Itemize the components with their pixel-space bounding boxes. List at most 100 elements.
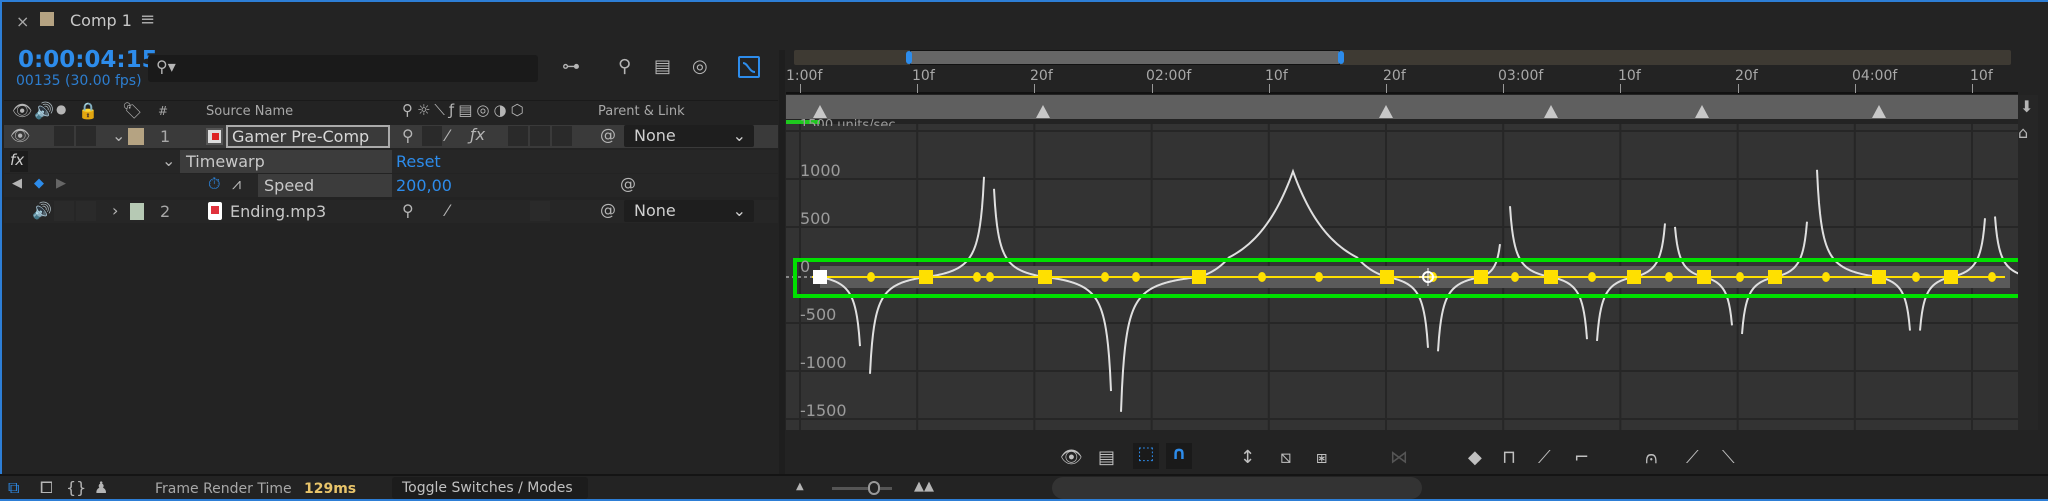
lock-icon[interactable]: 🔒: [78, 103, 98, 119]
fit-all-icon[interactable]: ⧆: [1316, 447, 1327, 468]
zoom-slider-thumb[interactable]: [868, 481, 880, 495]
next-keyframe-icon[interactable]: ▶: [56, 177, 66, 190]
previous-keyframe-icon[interactable]: ◀: [12, 177, 22, 190]
auto-zoom-height-icon[interactable]: ↕: [1240, 447, 1255, 468]
motion-blur-switch[interactable]: [530, 126, 550, 146]
quality-switch-icon[interactable]: ⁄: [446, 128, 449, 144]
zoom-slider[interactable]: [832, 487, 892, 490]
bezier-handle: [1988, 272, 1996, 282]
frame-blending-icon[interactable]: ▤: [654, 58, 671, 76]
time-navigator-range[interactable]: [910, 50, 1340, 65]
composition-marker[interactable]: [1872, 105, 1886, 118]
panel-divider[interactable]: [779, 50, 785, 475]
layer-label-color[interactable]: [128, 128, 144, 145]
fit-selection-icon[interactable]: ⧅: [1280, 447, 1291, 468]
effect-fx-icon[interactable]: fx: [10, 151, 28, 172]
comp-flowchart-icon[interactable]: ⊶: [562, 58, 580, 76]
lock-switch[interactable]: [76, 126, 96, 146]
transfer-controls-toggle-icon[interactable]: ⧠: [40, 480, 53, 496]
composition-marker[interactable]: [1036, 105, 1050, 118]
column-source-name[interactable]: Source Name: [206, 104, 293, 119]
speed-value[interactable]: 200,00: [396, 176, 452, 195]
layer-name[interactable]: Ending.mp3: [230, 202, 326, 221]
motion-blur-icon[interactable]: ◎: [692, 58, 708, 76]
visibility-eye-icon[interactable]: 👁: [10, 128, 30, 144]
layer-switches-toggle-icon[interactable]: ⧉: [8, 480, 19, 496]
parent-pickwhip-icon[interactable]: @: [600, 202, 616, 218]
tab-comp-1[interactable]: Comp 1: [70, 11, 132, 30]
collapse-switch[interactable]: [422, 126, 442, 146]
separate-dimensions-icon[interactable]: ⋈: [1390, 447, 1408, 468]
transform-box-icon[interactable]: ⬚: [1133, 443, 1159, 469]
solo-switch[interactable]: [54, 201, 74, 221]
effect-switch-icon[interactable]: ƒx: [470, 127, 485, 143]
solo-icon[interactable]: ●: [56, 103, 66, 115]
bezier-handle: [973, 272, 981, 282]
navigator-start-handle[interactable]: [906, 51, 912, 64]
horizontal-scrollbar[interactable]: [1052, 477, 1422, 499]
search-input[interactable]: ⚲▾: [148, 55, 538, 82]
effect-reset-link[interactable]: Reset: [396, 152, 441, 171]
keyframe: [1380, 270, 1394, 284]
composition-marker[interactable]: [813, 105, 827, 118]
chevron-right-icon[interactable]: ›: [112, 203, 118, 219]
panel-menu-icon[interactable]: ≡: [140, 9, 155, 30]
show-properties-eye-icon[interactable]: 👁: [1060, 447, 1083, 468]
lock-switch[interactable]: [76, 201, 96, 221]
add-keyframe-diamond-icon[interactable]: ◆: [34, 177, 44, 190]
expression-pickwhip-icon[interactable]: @: [620, 176, 636, 192]
snap-magnet-icon[interactable]: ∩: [1166, 443, 1192, 469]
current-time-display[interactable]: 0:00:04:15: [18, 47, 158, 73]
column-parent-link[interactable]: Parent & Link: [598, 104, 685, 119]
shy-layers-icon[interactable]: ⚲: [618, 58, 631, 76]
time-navigator[interactable]: [794, 50, 2011, 65]
easy-ease-in-icon[interactable]: ⟋: [1686, 447, 1699, 468]
layer-row-2[interactable]: 🔊 › 2 Ending.mp3 ⚲ ⁄ @ None ⌄: [4, 200, 778, 223]
toggle-switches-modes-button[interactable]: Toggle Switches / Modes: [392, 477, 588, 499]
shy-switch-icon[interactable]: ⚲: [402, 128, 414, 144]
zoom-in-icon[interactable]: ▲▲: [914, 480, 934, 493]
graph-editor-toggle-icon[interactable]: [738, 56, 760, 78]
adjustment-switch[interactable]: [552, 126, 572, 146]
graph-options-icon[interactable]: ▤: [1098, 447, 1115, 468]
layer-label-color[interactable]: [130, 203, 144, 220]
easy-ease-icon[interactable]: ⩀: [1645, 447, 1658, 468]
layer-row-1[interactable]: 👁 ⌄ 1 Gamer Pre-Comp ⚲ ⁄ ƒx @ None ⌄: [4, 125, 778, 148]
frame-blend-switch[interactable]: [508, 126, 528, 146]
chevron-down-icon[interactable]: ⌄: [112, 128, 125, 144]
graph-editor[interactable]: [786, 124, 2018, 430]
audio-icon[interactable]: 🔊: [34, 103, 54, 119]
shy-switch-icon[interactable]: ⚲: [402, 203, 414, 219]
auto-bezier-icon[interactable]: ⌐: [1574, 447, 1589, 468]
current-time-indicator-icon[interactable]: ⬇: [2020, 99, 2033, 115]
composition-marker[interactable]: [1379, 105, 1393, 118]
quality-switch-icon[interactable]: ⁄: [446, 203, 449, 219]
chevron-down-icon: ⌄: [732, 126, 746, 145]
solo-switch[interactable]: [54, 126, 74, 146]
edit-keyframe-icon[interactable]: ◆: [1468, 447, 1482, 468]
composition-marker[interactable]: [1544, 105, 1558, 118]
layer-name[interactable]: Gamer Pre-Comp: [226, 125, 390, 148]
graph-include-icon[interactable]: ⩘: [232, 176, 241, 192]
easy-ease-out-icon[interactable]: ⟍: [1722, 447, 1735, 468]
parent-dropdown[interactable]: None ⌄: [624, 125, 754, 147]
hold-keyframe-icon[interactable]: ⊓: [1502, 447, 1516, 468]
zoom-out-icon[interactable]: ▲: [796, 482, 804, 492]
chevron-down-icon[interactable]: ⌄: [162, 153, 175, 169]
parent-dropdown[interactable]: None ⌄: [624, 200, 754, 222]
navigator-end-handle[interactable]: [1338, 51, 1344, 64]
composition-marker[interactable]: [1695, 105, 1709, 118]
close-tab-button[interactable]: ×: [16, 12, 29, 31]
linear-keyframe-icon[interactable]: ⟋: [1538, 447, 1551, 468]
motion-blur-switch[interactable]: [530, 201, 550, 221]
parent-pickwhip-icon[interactable]: @: [600, 127, 616, 143]
work-area-bar[interactable]: [786, 95, 2018, 119]
video-visibility-icon[interactable]: 👁: [12, 103, 32, 119]
graph-type-icon[interactable]: ⌂: [2018, 125, 2028, 141]
render-time-toggle-icon[interactable]: ♟: [94, 480, 108, 496]
effect-name[interactable]: Timewarp: [180, 150, 392, 173]
stopwatch-icon[interactable]: ⏱: [208, 176, 220, 192]
label-tag-icon[interactable]: 🏷: [122, 103, 142, 119]
in-out-toggle-icon[interactable]: {}: [66, 480, 86, 496]
audio-speaker-icon[interactable]: 🔊: [32, 203, 52, 219]
